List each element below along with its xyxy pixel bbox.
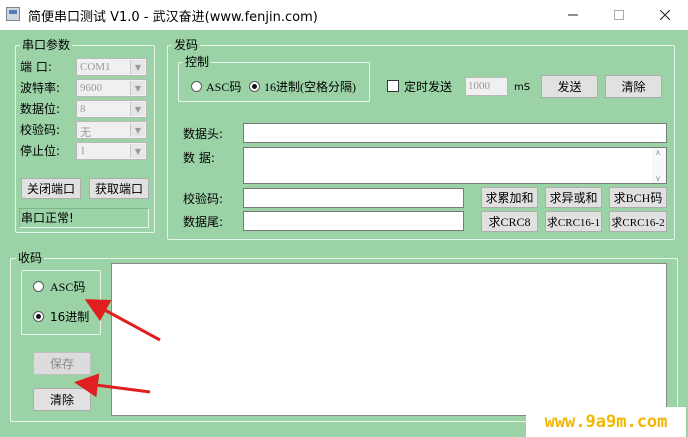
arrow-to-hex-radio [84, 299, 161, 342]
annotation-arrows [74, 299, 161, 398]
arrow-to-clear-button [74, 373, 151, 398]
watermark: www.9a9m.com [526, 407, 686, 437]
